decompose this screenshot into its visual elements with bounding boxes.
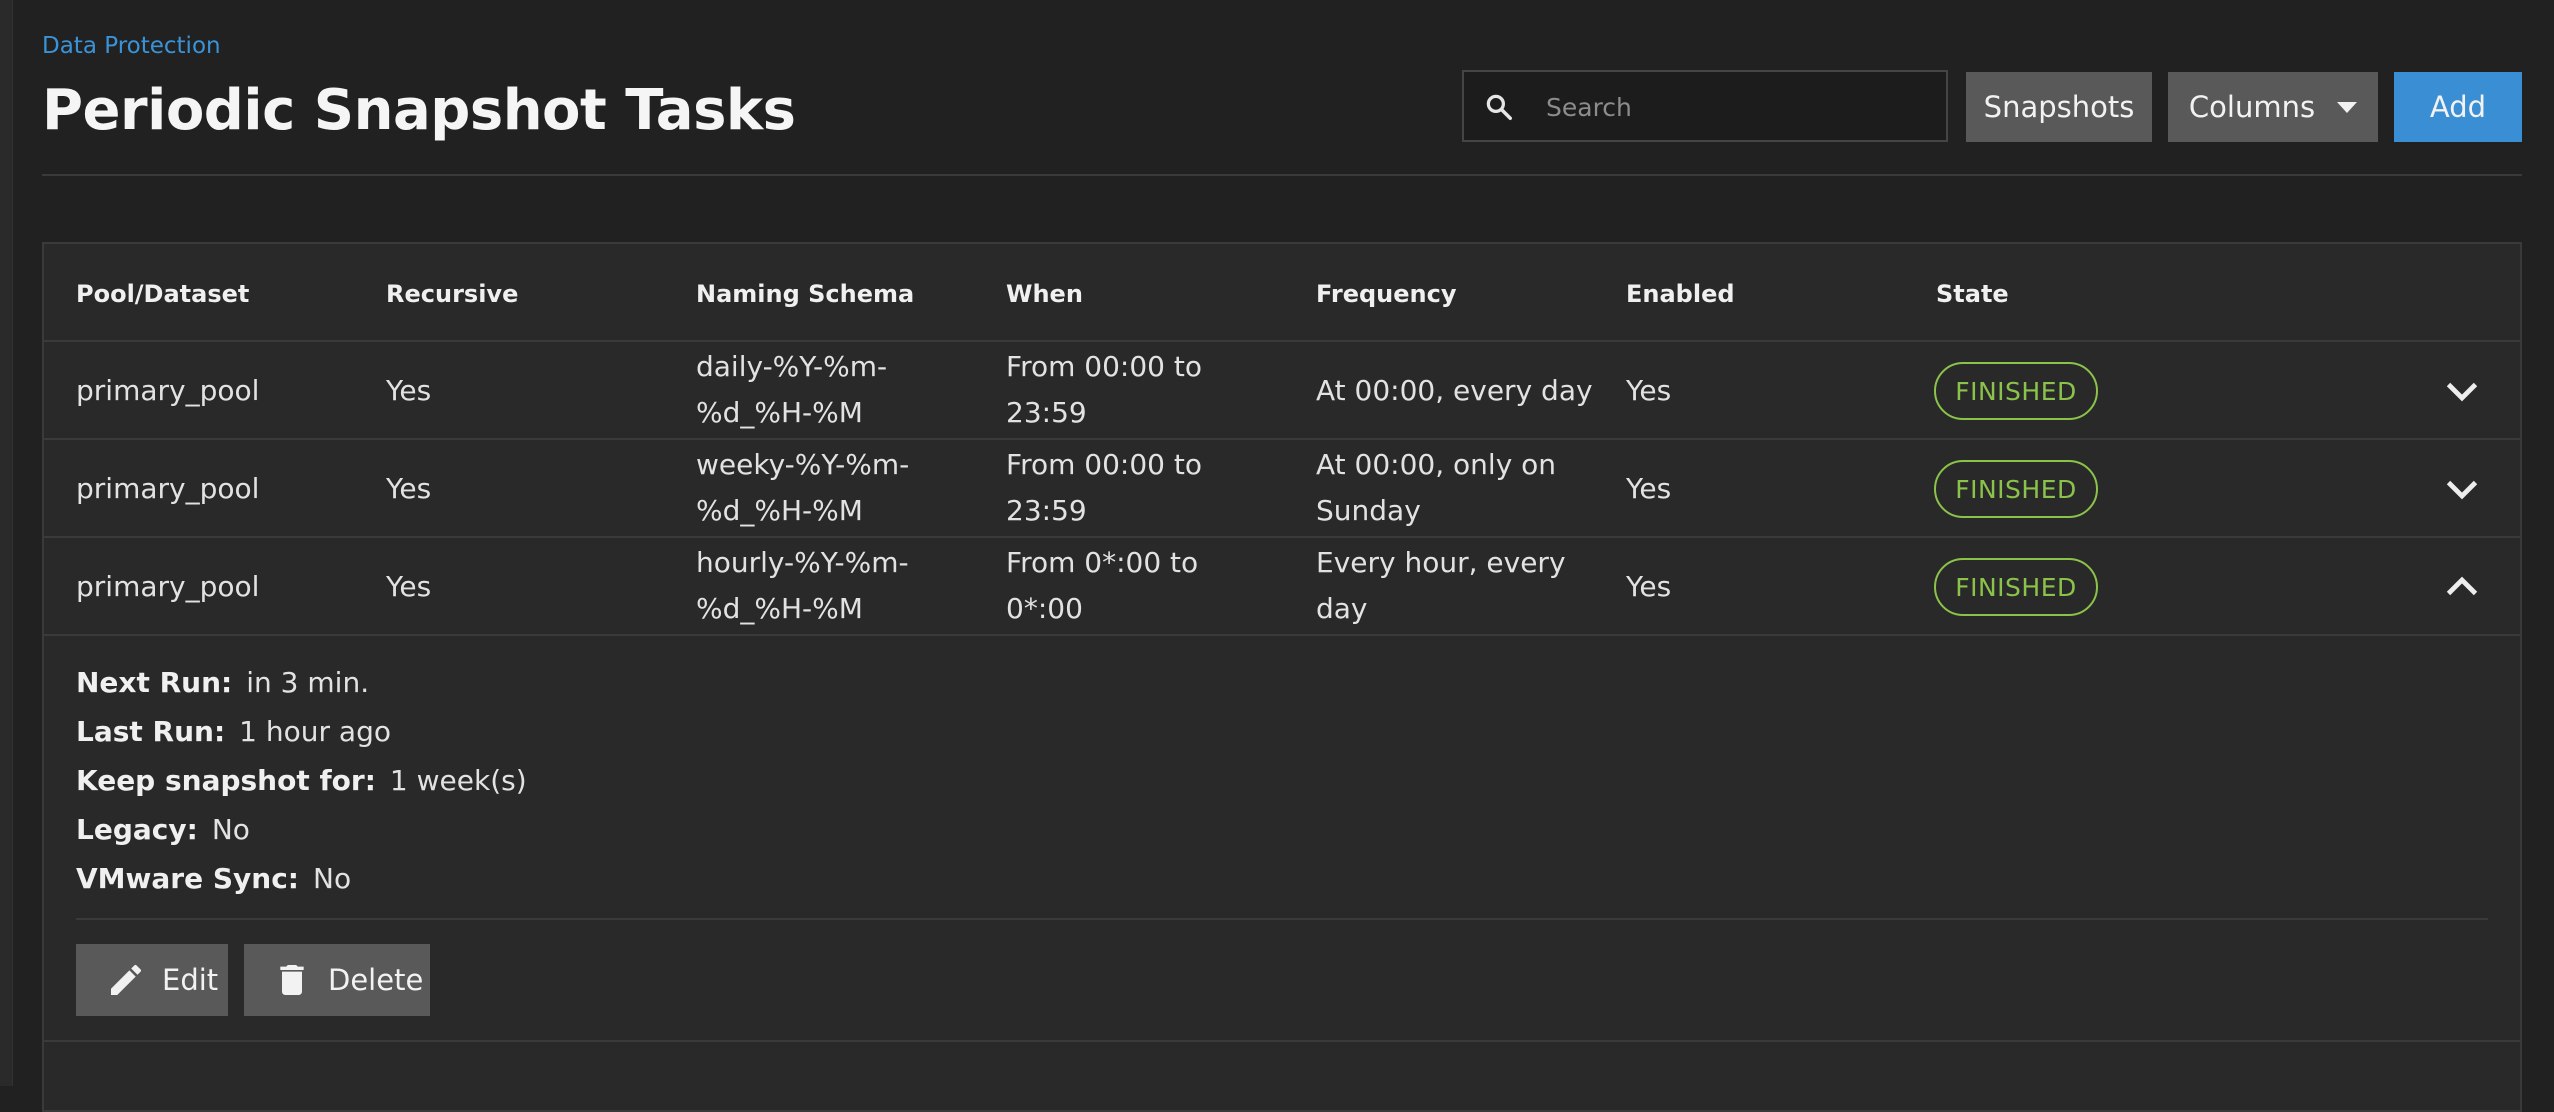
delete-button[interactable]: Delete [244,944,430,1016]
cell-schema-line2: %d_%H-%M [696,592,863,625]
column-header-frequency[interactable]: Frequency [1316,280,1456,308]
cell-dataset: primary_pool [76,374,260,407]
header-divider [42,174,2522,176]
status-badge[interactable]: FINISHED [1934,460,2098,518]
detail-value: No [211,813,250,846]
columns-button[interactable]: Columns [2168,72,2378,142]
column-header-recursive[interactable]: Recursive [386,280,518,308]
cell-when-line2: 0*:00 [1006,592,1083,625]
chevron-down-icon[interactable] [2444,380,2480,404]
detail-keep-snapshot: Keep snapshot for: 1 week(s) [76,764,527,797]
detail-label: VMware Sync: [76,862,299,895]
cell-dataset: primary_pool [76,472,260,505]
add-button-label: Add [2429,90,2487,124]
detail-value: 1 week(s) [389,764,527,797]
cell-frequency-line2: Sunday [1316,494,1421,527]
cell-recursive: Yes [386,570,432,603]
cell-frequency-line1: Every hour, every [1316,546,1566,579]
detail-value: in 3 min. [246,666,370,699]
cell-when-line1: From 00:00 to [1006,448,1202,481]
column-header-state[interactable]: State [1936,280,2009,308]
column-header-when[interactable]: When [1006,280,1083,308]
cell-when-line1: From 00:00 to [1006,350,1202,383]
row-divider [44,634,2520,636]
detail-value: No [313,862,352,895]
detail-legacy: Legacy: No [76,813,250,846]
search-input[interactable] [1544,74,1938,140]
cell-schema-line2: %d_%H-%M [696,494,863,527]
cell-schema-line1: daily-%Y-%m- [696,350,888,383]
status-badge[interactable]: FINISHED [1934,558,2098,616]
cell-dataset: primary_pool [76,570,260,603]
column-header-enabled[interactable]: Enabled [1626,280,1735,308]
detail-vmware-sync: VMware Sync: No [76,862,351,895]
cell-schema: hourly-%Y-%m- %d_%H-%M [696,540,909,632]
detail-divider [76,918,2488,920]
cell-frequency-line2: day [1316,592,1368,625]
chevron-up-icon[interactable] [2444,574,2480,598]
status-badge[interactable]: FINISHED [1934,362,2098,420]
edit-button-label: Edit [162,963,219,997]
cell-when: From 00:00 to 23:59 [1006,344,1202,436]
detail-label: Last Run: [76,715,226,748]
breadcrumb[interactable]: Data Protection [42,33,221,59]
detail-label: Next Run: [76,666,233,699]
cell-enabled: Yes [1626,374,1672,407]
detail-label: Legacy: [76,813,198,846]
row-divider [44,438,2520,440]
cell-when-line1: From 0*:00 to [1006,546,1199,579]
chevron-down-icon[interactable] [2444,478,2480,502]
cell-recursive: Yes [386,374,432,407]
pencil-icon [111,964,142,995]
snapshots-button[interactable]: Snapshots [1966,72,2152,142]
cell-schema-line2: %d_%H-%M [696,396,863,429]
cell-frequency: At 00:00, every day [1316,368,1593,414]
cell-schema-line1: weeky-%Y-%m- [696,448,910,481]
sidebar-edge [0,0,13,1086]
detail-value: 1 hour ago [239,715,391,748]
detail-label: Keep snapshot for: [76,764,376,797]
row-divider [44,340,2520,342]
caret-down-icon [2337,101,2358,113]
cell-when-line2: 23:59 [1006,494,1087,527]
cell-frequency-line1: At 00:00, every day [1316,374,1593,407]
search-icon [1486,94,1512,120]
cell-schema: weeky-%Y-%m- %d_%H-%M [696,442,909,534]
tasks-table: Pool/Dataset Recursive Naming Schema Whe… [42,242,2522,1112]
delete-button-label: Delete [328,963,424,997]
column-header-dataset[interactable]: Pool/Dataset [76,280,249,308]
add-button[interactable]: Add [2394,72,2522,142]
snapshots-button-label: Snapshots [1983,90,2135,124]
cell-when: From 00:00 to 23:59 [1006,442,1202,534]
cell-when-line2: 23:59 [1006,396,1087,429]
cell-frequency-line1: At 00:00, only on [1316,448,1557,481]
row-divider [44,1040,2520,1042]
detail-next-run: Next Run: in 3 min. [76,666,369,699]
column-header-naming-schema[interactable]: Naming Schema [696,280,914,308]
cell-when: From 0*:00 to 0*:00 [1006,540,1198,632]
row-divider [44,536,2520,538]
cell-schema: daily-%Y-%m- %d_%H-%M [696,344,887,436]
cell-recursive: Yes [386,472,432,505]
cell-frequency: At 00:00, only on Sunday [1316,442,1556,534]
search-box[interactable] [1462,70,1948,142]
edit-button[interactable]: Edit [76,944,228,1016]
cell-frequency: Every hour, every day [1316,540,1566,632]
page-title: Periodic Snapshot Tasks [42,78,796,143]
cell-schema-line1: hourly-%Y-%m- [696,546,909,579]
detail-last-run: Last Run: 1 hour ago [76,715,391,748]
cell-enabled: Yes [1626,472,1672,505]
trash-icon [280,965,304,995]
cell-enabled: Yes [1626,570,1672,603]
columns-button-label: Columns [2188,90,2316,124]
